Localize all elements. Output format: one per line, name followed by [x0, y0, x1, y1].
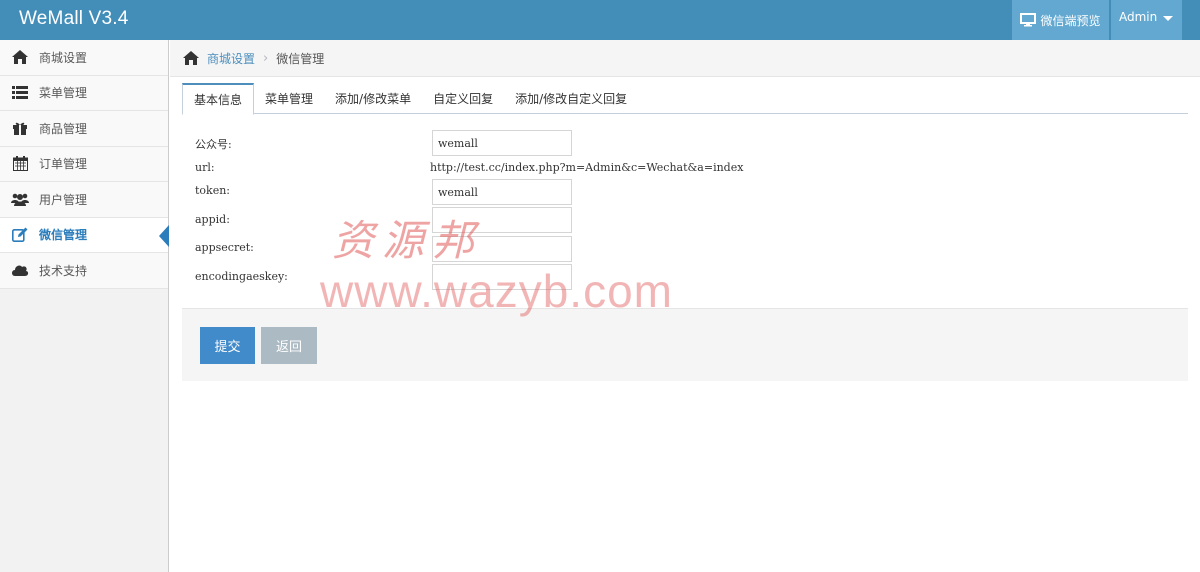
- sidebar-item-label: 商品管理: [39, 121, 88, 136]
- tab-menu-management[interactable]: 菜单管理: [254, 83, 324, 114]
- tab-custom-reply[interactable]: 自定义回复: [422, 83, 504, 114]
- app-title[interactable]: WeMall V3.4: [19, 8, 129, 30]
- sidebar-item-label: 微信管理: [39, 228, 88, 243]
- edit-icon: [10, 227, 30, 243]
- sidebar-item-label: 用户管理: [39, 192, 88, 207]
- url-value: http://test.cc/index.php?m=Admin&c=Wecha…: [430, 161, 744, 174]
- token-label: token:: [195, 184, 231, 197]
- sidebar-item-user-management[interactable]: 用户管理: [0, 182, 168, 218]
- form-actions: 提交 返回: [182, 308, 1188, 381]
- public-account-label: 公众号:: [195, 138, 232, 151]
- gift-icon: [10, 121, 30, 136]
- top-navbar: WeMall V3.4 微信端预览 Admin: [0, 0, 1200, 40]
- home-icon: [10, 50, 30, 65]
- appsecret-label: appsecret:: [195, 241, 254, 254]
- appid-label: appid:: [195, 213, 230, 226]
- sidebar-item-menu-management[interactable]: 菜单管理: [0, 75, 168, 111]
- wechat-preview-label: 微信端预览: [1040, 13, 1101, 28]
- sidebar-item-product-management[interactable]: 商品管理: [0, 111, 168, 147]
- breadcrumb: 商城设置 › 微信管理: [170, 40, 1200, 77]
- home-icon[interactable]: [183, 51, 199, 65]
- tab-bar: 基本信息 菜单管理 添加/修改菜单 自定义回复 添加/修改自定义回复: [182, 83, 1188, 115]
- encodingaeskey-label: encodingaeskey:: [195, 270, 288, 283]
- watermark-text-cn: 资源邦: [332, 216, 483, 265]
- sidebar-item-order-management[interactable]: 订单管理: [0, 146, 168, 182]
- navbar-right: 微信端预览 Admin: [1012, 0, 1182, 40]
- breadcrumb-current: 微信管理: [276, 51, 325, 66]
- sidebar: 商城设置 菜单管理 商品管理 订单管理 用户管理 微信管理 技术支持: [0, 40, 169, 572]
- sidebar-item-label: 菜单管理: [39, 86, 88, 101]
- users-icon: [10, 193, 30, 206]
- admin-user-label: Admin: [1119, 10, 1158, 24]
- calendar-icon: [10, 156, 30, 172]
- wechat-preview-button[interactable]: 微信端预览: [1012, 0, 1109, 40]
- back-button[interactable]: 返回: [261, 327, 317, 364]
- desktop-icon: [1020, 13, 1037, 27]
- public-account-input[interactable]: [432, 130, 572, 156]
- tab-edit-menu[interactable]: 添加/修改菜单: [324, 83, 422, 114]
- sidebar-item-tech-support[interactable]: 技术支持: [0, 253, 168, 289]
- admin-user-menu[interactable]: Admin: [1111, 0, 1182, 40]
- sidebar-item-wechat-management[interactable]: 微信管理: [0, 217, 169, 253]
- token-input[interactable]: [432, 179, 572, 205]
- watermark-text-url: www.wazyb.com: [320, 265, 673, 317]
- list-icon: [10, 86, 30, 100]
- url-label: url:: [195, 161, 215, 174]
- cloud-icon: [10, 264, 30, 277]
- chevron-right-icon: ›: [263, 50, 269, 66]
- caret-down-icon: [1163, 16, 1174, 21]
- breadcrumb-link-mall-settings[interactable]: 商城设置: [207, 50, 255, 67]
- tab-edit-custom-reply[interactable]: 添加/修改自定义回复: [504, 83, 638, 114]
- sidebar-item-label: 商城设置: [39, 50, 88, 65]
- sidebar-item-label: 订单管理: [39, 157, 88, 172]
- submit-button[interactable]: 提交: [200, 327, 255, 364]
- tab-basic-info[interactable]: 基本信息: [182, 83, 255, 115]
- sidebar-item-label: 技术支持: [39, 263, 88, 278]
- sidebar-item-mall-settings[interactable]: 商城设置: [0, 40, 168, 76]
